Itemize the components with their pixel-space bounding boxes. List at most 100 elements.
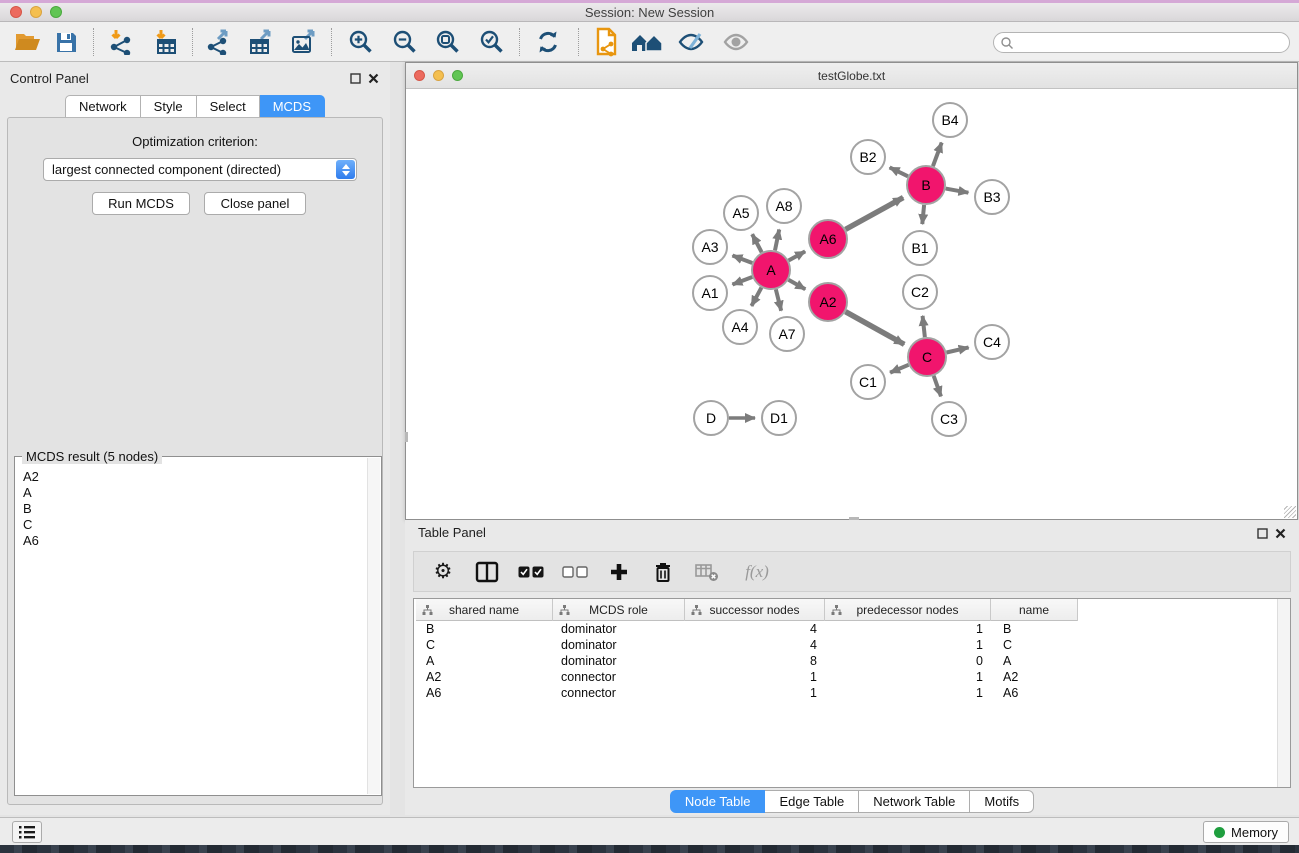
cell-name: A2 <box>991 669 1078 685</box>
zoom-fit-icon[interactable] <box>431 26 465 58</box>
delete-columns-icon[interactable] <box>648 557 678 587</box>
result-item[interactable]: C <box>23 517 367 533</box>
function-builder-icon[interactable]: f(x) <box>736 557 778 587</box>
memory-button[interactable]: Memory <box>1203 821 1289 843</box>
status-bar: Memory <box>0 817 1299 845</box>
toolbar-separator <box>192 28 193 56</box>
zoom-selected-icon[interactable] <box>475 26 509 58</box>
tab-mcds[interactable]: MCDS <box>260 95 325 118</box>
titlebar: Session: New Session <box>0 3 1299 22</box>
table-row[interactable]: Bdominator41B <box>416 621 1277 637</box>
column-header-name[interactable]: name <box>991 599 1078 621</box>
tab-node-table[interactable]: Node Table <box>670 790 766 813</box>
graph-edge-A-A4[interactable] <box>751 288 761 306</box>
hide-graphics-details-icon[interactable] <box>674 26 708 58</box>
cell-predecessor-nodes: 1 <box>825 637 991 653</box>
toggle-panel-mode-icon[interactable] <box>472 557 502 587</box>
mcds-result-list[interactable]: A2ABCA6 <box>16 458 367 794</box>
table-settings-icon[interactable]: ⚙ <box>428 557 458 587</box>
cell-shared-name: A <box>416 653 553 669</box>
genemania-search-icon[interactable] <box>630 26 664 58</box>
run-mcds-button[interactable]: Run MCDS <box>92 192 190 215</box>
column-header-MCDS-role[interactable]: MCDS role <box>553 599 685 621</box>
graph-edge-B-B1[interactable] <box>922 205 924 224</box>
network-canvas[interactable]: B4B2BB3B1A5A8A6A3AA1A2C2A4A7C4CC1C3DD1 <box>406 89 1297 519</box>
close-panel-icon[interactable] <box>1273 526 1287 540</box>
deselect-all-columns-icon[interactable] <box>560 557 590 587</box>
show-graphics-details-icon[interactable] <box>719 26 753 58</box>
resize-grip[interactable] <box>1284 506 1296 518</box>
table-row[interactable]: Cdominator41C <box>416 637 1277 653</box>
memory-label: Memory <box>1231 825 1278 840</box>
table-scrollbar[interactable] <box>1277 599 1290 787</box>
result-item[interactable]: A2 <box>23 469 367 485</box>
export-table-icon[interactable] <box>244 26 278 58</box>
table-row[interactable]: Adominator80A <box>416 653 1277 669</box>
graph-edge-B-B3[interactable] <box>946 189 969 193</box>
export-image-icon[interactable] <box>287 26 321 58</box>
delete-table-icon[interactable] <box>692 557 722 587</box>
table-row[interactable]: A2connector11A2 <box>416 669 1277 685</box>
table-header: shared name MCDS role successor nodesprede… <box>416 599 1078 621</box>
task-history-icon[interactable] <box>12 821 42 843</box>
graph-edge-C-C3[interactable] <box>934 376 941 397</box>
graph-edge-B-B2[interactable] <box>890 167 908 176</box>
graph-node-label: D <box>706 410 716 426</box>
network-window-titlebar[interactable]: testGlobe.txt <box>406 63 1297 89</box>
search-field[interactable] <box>993 32 1290 53</box>
column-header-predecessor-nodes[interactable]: predecessor nodes <box>825 599 991 621</box>
add-column-icon[interactable] <box>604 557 634 587</box>
graph-edge-C-C1[interactable] <box>890 365 908 373</box>
search-input[interactable] <box>1014 34 1289 51</box>
graph-edge-A-A1[interactable] <box>732 277 752 284</box>
column-header-successor-nodes[interactable]: successor nodes <box>685 599 825 621</box>
graph-edge-A-A8[interactable] <box>775 230 779 251</box>
graph-node-label: B <box>921 177 930 193</box>
cell-predecessor-nodes: 1 <box>825 669 991 685</box>
graph-edge-A2-C[interactable] <box>845 312 904 345</box>
mcds-panel: Optimization criterion: largest connecte… <box>7 117 383 805</box>
close-panel-icon[interactable] <box>366 71 380 85</box>
criterion-select[interactable]: largest connected component (directed) <box>43 158 357 181</box>
close-panel-button[interactable]: Close panel <box>204 192 306 215</box>
graph-edge-A-A2[interactable] <box>788 280 805 289</box>
refresh-icon[interactable] <box>531 26 565 58</box>
select-all-columns-icon[interactable] <box>516 557 546 587</box>
result-item[interactable]: B <box>23 501 367 517</box>
result-item[interactable]: A <box>23 485 367 501</box>
new-network-from-selection-icon[interactable] <box>590 26 624 58</box>
graph-node-label: A2 <box>819 294 836 310</box>
network-graph[interactable]: B4B2BB3B1A5A8A6A3AA1A2C2A4A7C4CC1C3DD1 <box>406 89 1297 519</box>
result-scrollbar[interactable] <box>367 458 380 794</box>
float-panel-icon[interactable] <box>1255 526 1269 540</box>
tab-motifs[interactable]: Motifs <box>970 790 1034 813</box>
tab-network[interactable]: Network <box>65 95 141 118</box>
graph-edge-A6-B[interactable] <box>846 198 904 230</box>
import-table-icon[interactable] <box>149 26 183 58</box>
tab-edge-table[interactable]: Edge Table <box>765 790 859 813</box>
graph-edge-A-A7[interactable] <box>776 289 781 310</box>
zoom-out-icon[interactable] <box>388 26 422 58</box>
export-network-icon[interactable] <box>201 26 235 58</box>
graph-edge-A-A3[interactable] <box>732 255 752 262</box>
graph-edge-B-B4[interactable] <box>933 143 942 167</box>
toolbar-separator <box>578 28 579 56</box>
column-label: MCDS role <box>589 603 648 617</box>
graph-edge-A-A6[interactable] <box>789 251 806 260</box>
table-row[interactable]: A6connector11A6 <box>416 685 1277 701</box>
open-session-icon[interactable] <box>11 26 45 58</box>
save-session-icon[interactable] <box>49 26 83 58</box>
float-panel-icon[interactable] <box>348 71 362 85</box>
zoom-in-icon[interactable] <box>344 26 378 58</box>
result-item[interactable]: A6 <box>23 533 367 549</box>
graph-node-label: A8 <box>775 198 792 214</box>
tab-network-table[interactable]: Network Table <box>859 790 970 813</box>
graph-edge-C-C4[interactable] <box>946 347 968 352</box>
import-network-icon[interactable] <box>104 26 138 58</box>
column-header-shared-name[interactable]: shared name <box>416 599 553 621</box>
graph-edge-A-A5[interactable] <box>752 234 762 252</box>
tab-style[interactable]: Style <box>141 95 197 118</box>
graph-edge-C-C2[interactable] <box>923 316 925 337</box>
tab-select[interactable]: Select <box>197 95 260 118</box>
column-type-icon <box>831 605 842 615</box>
